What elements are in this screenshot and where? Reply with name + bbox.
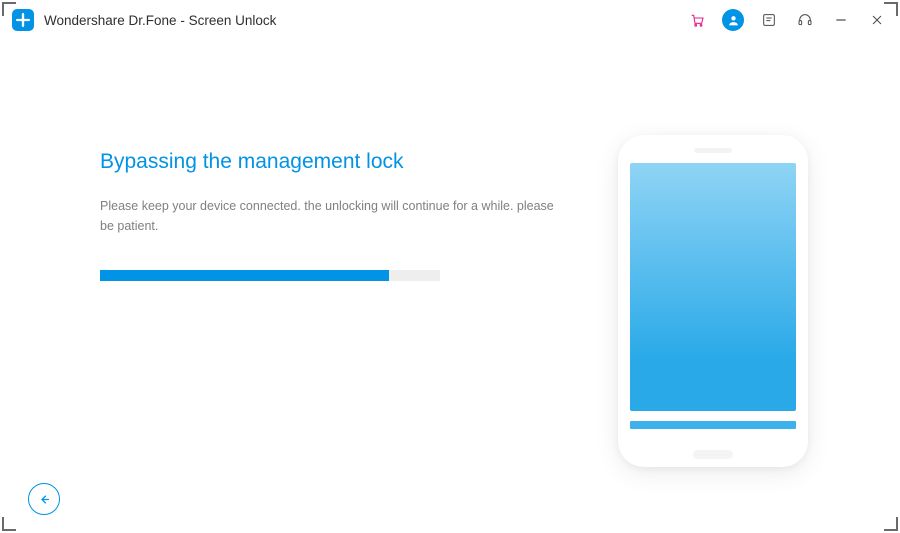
progress-panel: Bypassing the management lock Please kee… bbox=[100, 150, 560, 467]
feedback-icon[interactable] bbox=[758, 9, 780, 31]
app-window: Wondershare Dr.Fone - Screen Unlock bbox=[0, 0, 900, 533]
app-logo-icon bbox=[12, 9, 34, 31]
headset-icon[interactable] bbox=[794, 9, 816, 31]
close-button[interactable] bbox=[866, 9, 888, 31]
corner-marker bbox=[884, 517, 898, 531]
progress-fill bbox=[100, 270, 389, 281]
cart-icon[interactable] bbox=[686, 9, 708, 31]
minimize-button[interactable] bbox=[830, 9, 852, 31]
phone-speaker bbox=[694, 148, 732, 153]
device-illustration bbox=[600, 135, 825, 467]
phone-nav-bar bbox=[630, 421, 796, 429]
phone-mockup bbox=[618, 135, 808, 467]
progress-subtext: Please keep your device connected. the u… bbox=[100, 196, 560, 236]
app-title: Wondershare Dr.Fone - Screen Unlock bbox=[44, 13, 686, 28]
titlebar-actions bbox=[686, 9, 888, 31]
user-icon[interactable] bbox=[722, 9, 744, 31]
progress-heading: Bypassing the management lock bbox=[100, 150, 560, 174]
back-button[interactable] bbox=[28, 483, 60, 515]
corner-marker bbox=[2, 517, 16, 531]
title-bar: Wondershare Dr.Fone - Screen Unlock bbox=[0, 0, 900, 40]
progress-bar bbox=[100, 270, 440, 281]
phone-home-button bbox=[693, 450, 733, 459]
phone-screen bbox=[630, 163, 796, 411]
main-content: Bypassing the management lock Please kee… bbox=[0, 40, 900, 467]
